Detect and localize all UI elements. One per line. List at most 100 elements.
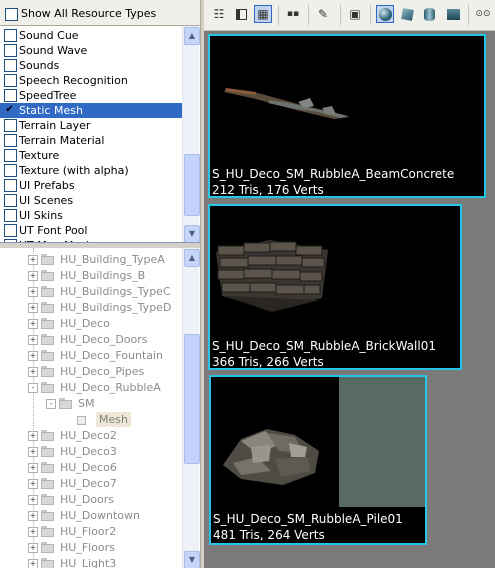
tree-scroll-up-button[interactable]: ▲ (184, 249, 200, 267)
tree-node[interactable]: + HU_Buildings_TypeC (0, 284, 182, 300)
resource-type-checkbox[interactable] (4, 164, 17, 177)
resource-type-checkbox[interactable] (4, 149, 17, 162)
scroll-thumb[interactable] (184, 154, 200, 216)
binoculars-icon[interactable]: ⊙⊙ (474, 5, 492, 23)
filmstrip-icon[interactable]: ▪▪ (284, 5, 302, 23)
zoom-fit-icon[interactable]: ▣ (346, 5, 364, 23)
resource-type-checkbox[interactable] (4, 134, 17, 147)
resource-type-checkbox[interactable] (4, 74, 17, 87)
expand-icon[interactable]: + (28, 335, 38, 345)
tree-node[interactable]: + HU_Deco_Pipes (0, 364, 182, 380)
resource-type-checkbox[interactable] (4, 89, 17, 102)
tree-node[interactable]: + HU_Light3 (0, 556, 182, 568)
tree-node-label: HU_Deco_RubbleA (60, 381, 161, 394)
resource-type-item[interactable]: UT Font Pool (0, 223, 182, 238)
folder-icon (41, 382, 55, 393)
grid-view-icon[interactable]: ▦ (254, 5, 272, 23)
tree-node[interactable]: + HU_Floor2 (0, 524, 182, 540)
resource-type-item[interactable]: Sound Cue (0, 28, 182, 43)
tree-node[interactable]: + HU_Deco7 (0, 476, 182, 492)
scroll-up-button[interactable]: ▲ (184, 27, 200, 45)
tree-scrollbar[interactable]: ▲ ▼ (182, 248, 200, 568)
expand-icon[interactable]: + (28, 319, 38, 329)
expand-icon[interactable]: + (28, 495, 38, 505)
package-tree[interactable]: + HU_Building_TypeA + HU_Buildings_B + HU_Bui… (0, 248, 200, 568)
tree-node[interactable]: + HU_Deco3 (0, 444, 182, 460)
expand-icon[interactable]: + (28, 367, 38, 377)
resource-type-item[interactable]: Texture (0, 148, 182, 163)
preview-plane-icon[interactable] (444, 5, 462, 23)
scroll-down-button[interactable]: ▼ (184, 225, 200, 242)
expand-icon[interactable]: + (28, 447, 38, 457)
expand-icon[interactable]: + (28, 527, 38, 537)
expand-icon[interactable]: + (28, 303, 38, 313)
tree-node[interactable]: + HU_Deco6 (0, 460, 182, 476)
resource-type-item[interactable]: Sounds (0, 58, 182, 73)
expand-icon[interactable]: + (28, 351, 38, 361)
tree-node[interactable]: + HU_Downtown (0, 508, 182, 524)
tree-node[interactable]: - HU_Deco_RubbleA (0, 380, 182, 396)
tree-scroll-thumb[interactable] (184, 334, 200, 464)
tree-node[interactable]: + HU_Buildings_B (0, 268, 182, 284)
expand-icon[interactable]: + (28, 479, 38, 489)
resource-type-item[interactable]: Terrain Layer (0, 118, 182, 133)
tree-scroll-down-button[interactable]: ▼ (184, 551, 200, 568)
tree-node-label: HU_Deco (60, 317, 110, 330)
list-view-icon[interactable]: ☷ (210, 5, 228, 23)
tree-node-label: HU_Deco2 (60, 429, 117, 442)
resource-type-checkbox[interactable] (4, 179, 17, 192)
expand-icon[interactable]: + (28, 463, 38, 473)
resource-type-checkbox[interactable]: ✔ (4, 104, 15, 115)
resource-type-item[interactable]: Speech Recognition (0, 73, 182, 88)
resource-type-checkbox[interactable] (4, 224, 17, 237)
tree-node[interactable]: + HU_Deco_Doors (0, 332, 182, 348)
asset-card[interactable]: S_HU_Deco_SM_RubbleA_Pile01 481 Tris, 26… (209, 375, 427, 545)
resource-type-item[interactable]: Terrain Material (0, 133, 182, 148)
tree-node[interactable]: + HU_Floors (0, 540, 182, 556)
preview-cube-icon[interactable] (398, 5, 416, 23)
expand-icon[interactable]: + (28, 431, 38, 441)
preview-cylinder-icon[interactable] (420, 5, 438, 23)
resource-type-checkbox[interactable] (4, 29, 17, 42)
tree-node[interactable]: Mesh (0, 412, 182, 428)
asset-gallery[interactable]: S_HU_Deco_SM_RubbleA_BeamConcrete 212 Tr… (204, 31, 495, 568)
asset-card[interactable]: S_HU_Deco_SM_RubbleA_BeamConcrete 212 Tr… (208, 34, 486, 198)
resource-type-item[interactable]: ✔ Static Mesh (0, 103, 182, 118)
eyedropper-icon[interactable]: ✎ (314, 5, 332, 23)
resource-type-checkbox[interactable] (4, 209, 17, 222)
collapse-icon[interactable]: - (46, 399, 56, 409)
asset-stats: 212 Tris, 176 Verts (212, 183, 324, 197)
resource-type-item[interactable]: UI Prefabs (0, 178, 182, 193)
asset-card[interactable]: S_HU_Deco_SM_RubbleA_BrickWall01 366 Tri… (208, 204, 462, 370)
tree-node[interactable]: + HU_Building_TypeA (0, 252, 182, 268)
show-all-checkbox[interactable] (5, 8, 18, 21)
expand-icon[interactable]: + (28, 511, 38, 521)
resource-type-list[interactable]: Sound Cue Sound Wave Sounds Speech Recognit… (0, 26, 200, 243)
resource-type-item[interactable]: SpeedTree (0, 88, 182, 103)
resource-type-item[interactable]: UI Skins (0, 208, 182, 223)
collapse-icon[interactable]: - (28, 383, 38, 393)
resource-type-item[interactable]: Sound Wave (0, 43, 182, 58)
expand-icon[interactable]: + (28, 271, 38, 281)
preview-sphere-icon[interactable] (376, 5, 394, 23)
resource-type-item[interactable]: Texture (with alpha) (0, 163, 182, 178)
folder-icon (41, 302, 55, 313)
expand-icon[interactable]: + (28, 543, 38, 553)
resource-type-checkbox[interactable] (4, 194, 17, 207)
expand-icon[interactable]: + (28, 559, 38, 568)
tree-node[interactable]: + HU_Doors (0, 492, 182, 508)
tree-node[interactable]: + HU_Deco2 (0, 428, 182, 444)
resource-type-item[interactable]: UI Scenes (0, 193, 182, 208)
resource-type-checkbox[interactable] (4, 119, 17, 132)
type-list-scrollbar[interactable]: ▲ ▼ (182, 26, 200, 242)
tree-node[interactable]: + HU_Deco_Fountain (0, 348, 182, 364)
split-view-icon[interactable] (232, 5, 250, 23)
resource-type-checkbox[interactable] (4, 44, 17, 57)
folder-icon (41, 334, 55, 345)
tree-node[interactable]: - SM (0, 396, 182, 412)
resource-type-checkbox[interactable] (4, 59, 17, 72)
expand-icon[interactable]: + (28, 287, 38, 297)
tree-node[interactable]: + HU_Buildings_TypeD (0, 300, 182, 316)
tree-node[interactable]: + HU_Deco (0, 316, 182, 332)
expand-icon[interactable]: + (28, 255, 38, 265)
